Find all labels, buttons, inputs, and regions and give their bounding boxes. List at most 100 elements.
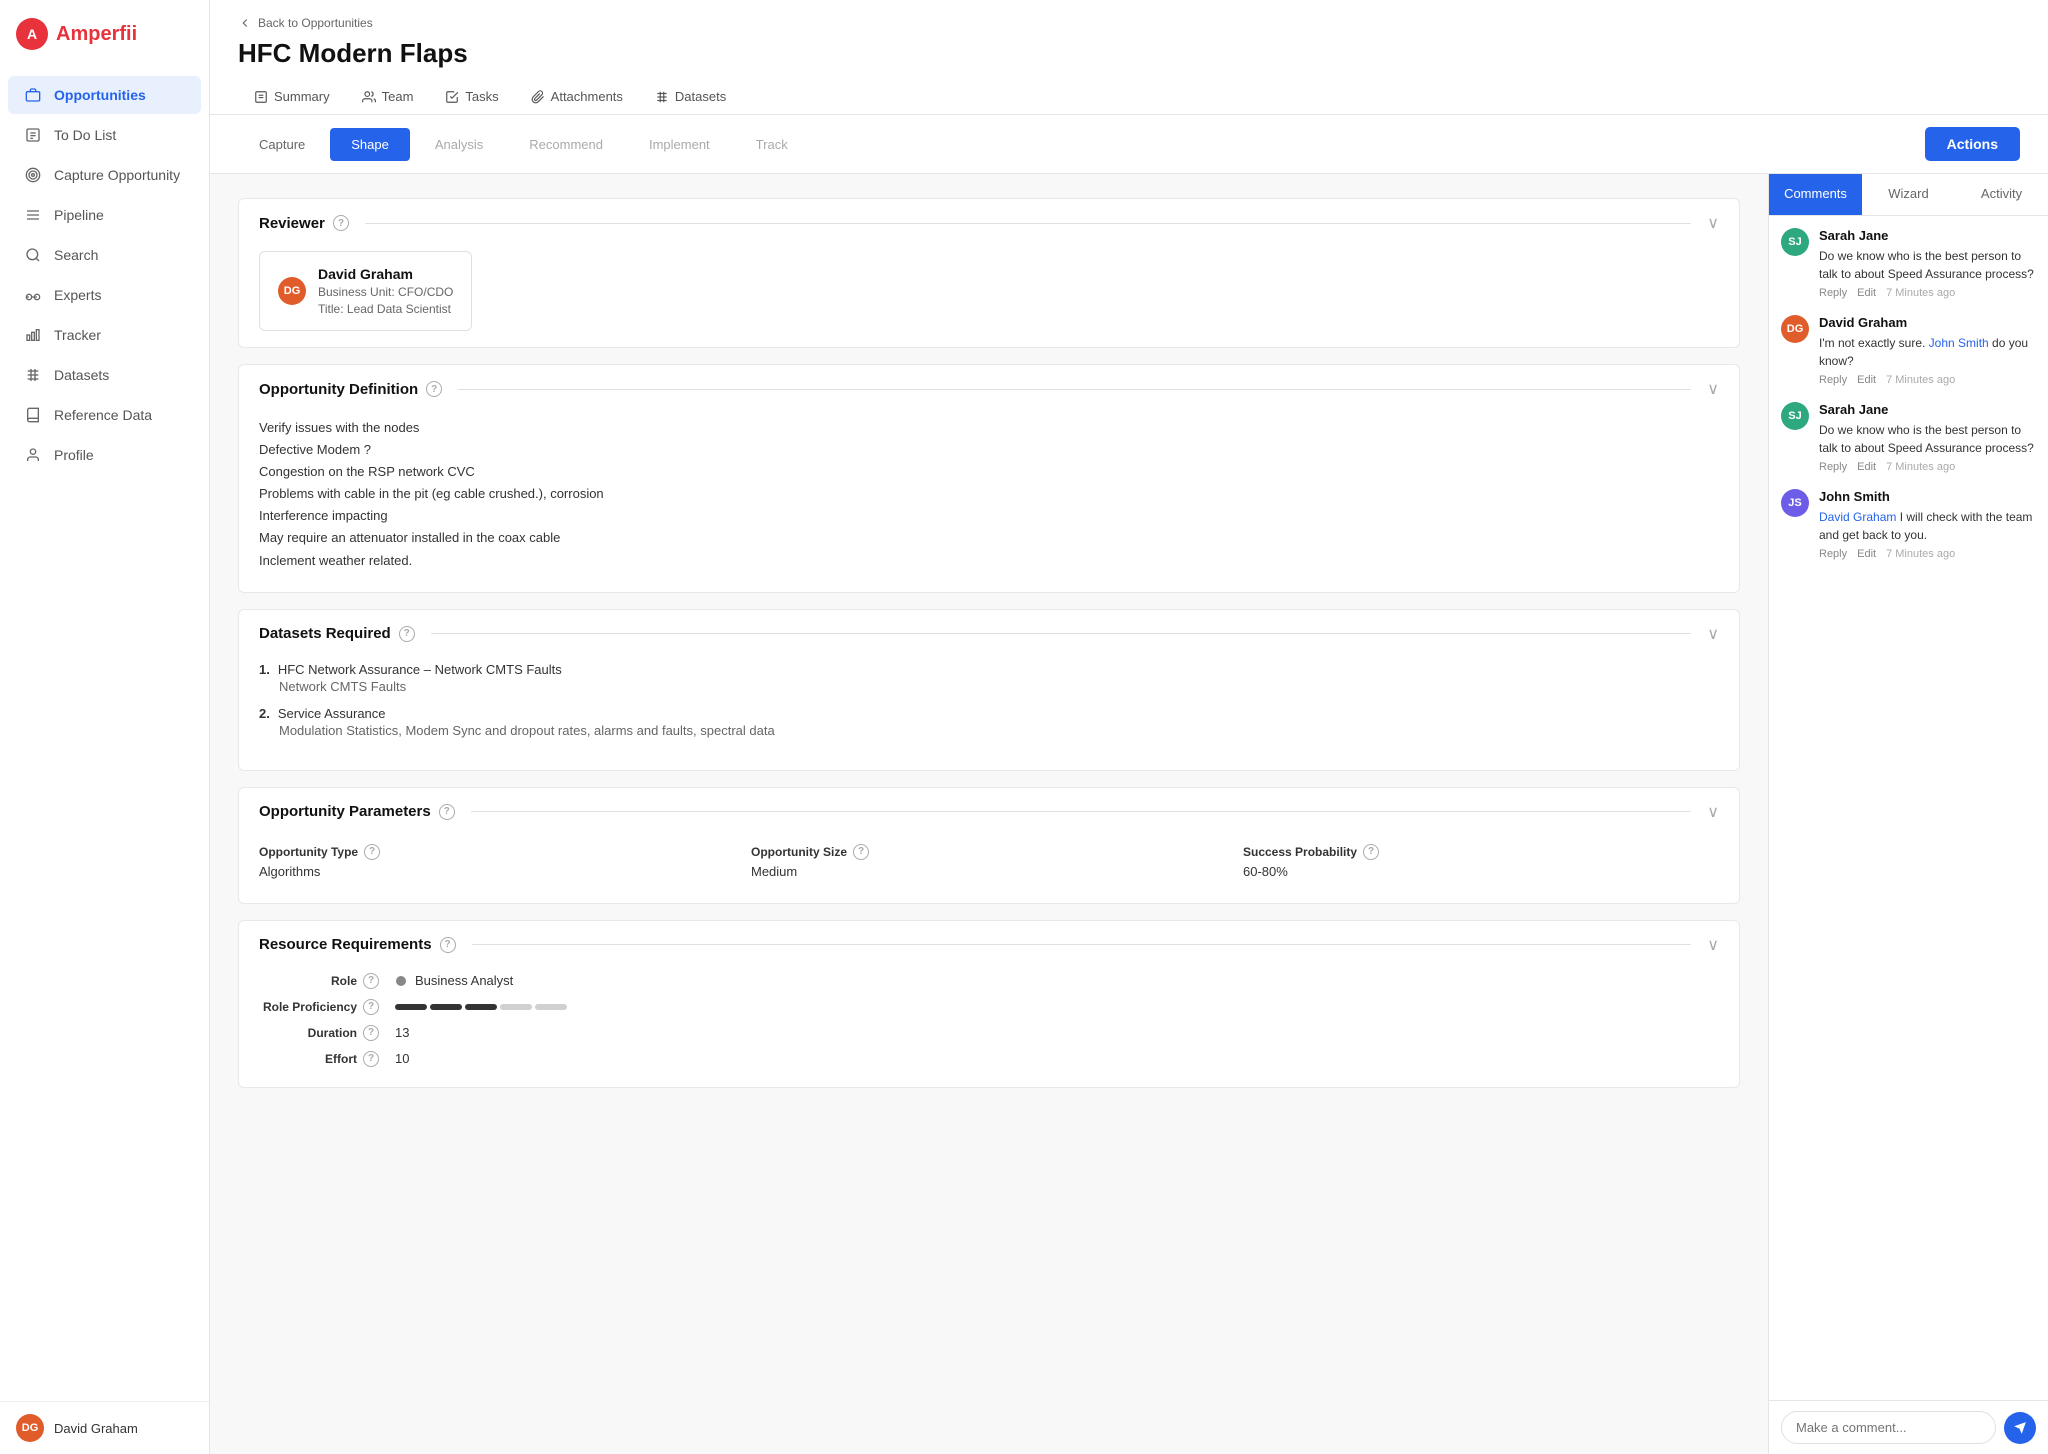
role-help-icon[interactable]: ? bbox=[363, 973, 379, 989]
stage-bar: Capture Shape Analysis Recommend Impleme… bbox=[210, 115, 2048, 174]
sidebar-item-datasets[interactable]: Datasets bbox=[8, 356, 201, 394]
comment-body: David Graham I'm not exactly sure. John … bbox=[1819, 315, 2036, 386]
param-prob-help-icon[interactable]: ? bbox=[1363, 844, 1379, 860]
resource-req-section: Resource Requirements ? ∨ Role ? bbox=[238, 920, 1740, 1088]
duration-help-icon[interactable]: ? bbox=[363, 1025, 379, 1041]
sidebar-item-label: Datasets bbox=[54, 367, 109, 383]
opp-params-header[interactable]: Opportunity Parameters ? ∨ bbox=[239, 788, 1739, 836]
prof-seg-4 bbox=[500, 1004, 532, 1010]
comment-actions: Reply Edit 7 Minutes ago bbox=[1819, 374, 2036, 386]
sidebar-item-label: Profile bbox=[54, 447, 94, 463]
sidebar-item-label: Experts bbox=[54, 287, 101, 303]
sidebar-item-label: Search bbox=[54, 247, 98, 263]
sub-tab-tasks[interactable]: Tasks bbox=[429, 81, 514, 114]
role-value: Business Analyst bbox=[395, 973, 1719, 988]
dataset-list: 1. HFC Network Assurance – Network CMTS … bbox=[259, 658, 1719, 754]
datasets-req-help-icon[interactable]: ? bbox=[399, 626, 415, 642]
datasets-req-title: Datasets Required ? bbox=[259, 625, 415, 642]
reply-button[interactable]: Reply bbox=[1819, 374, 1847, 386]
opp-params-help-icon[interactable]: ? bbox=[439, 804, 455, 820]
tab-wizard[interactable]: Wizard bbox=[1862, 174, 1955, 215]
resource-req-chevron-icon: ∨ bbox=[1707, 935, 1719, 955]
proficiency-value bbox=[395, 1004, 1719, 1010]
effort-label: Effort ? bbox=[259, 1051, 379, 1067]
footer-username: David Graham bbox=[54, 1421, 138, 1436]
reply-button[interactable]: Reply bbox=[1819, 548, 1847, 560]
resource-req-header[interactable]: Resource Requirements ? ∨ bbox=[239, 921, 1739, 969]
opp-params-body: Opportunity Type ? Algorithms Opportunit… bbox=[239, 836, 1739, 903]
stage-tab-recommend[interactable]: Recommend bbox=[508, 128, 624, 161]
param-size-help-icon[interactable]: ? bbox=[853, 844, 869, 860]
opp-def-header[interactable]: Opportunity Definition ? ∨ bbox=[239, 365, 1739, 413]
briefcase-icon bbox=[24, 86, 42, 104]
sidebar-item-search[interactable]: Search bbox=[8, 236, 201, 274]
comment-input[interactable] bbox=[1781, 1411, 1996, 1444]
opp-def-title: Opportunity Definition ? bbox=[259, 381, 442, 398]
stage-tab-track[interactable]: Track bbox=[735, 128, 809, 161]
reviewer-help-icon[interactable]: ? bbox=[333, 215, 349, 231]
sidebar-item-experts[interactable]: Experts bbox=[8, 276, 201, 314]
comment-text: David Graham I will check with the team … bbox=[1819, 508, 2036, 544]
edit-button[interactable]: Edit bbox=[1857, 461, 1876, 473]
tab-activity[interactable]: Activity bbox=[1955, 174, 2048, 215]
prof-seg-3 bbox=[465, 1004, 497, 1010]
avatar: DG bbox=[16, 1414, 44, 1442]
sidebar-item-capture[interactable]: Capture Opportunity bbox=[8, 156, 201, 194]
comment-actions: Reply Edit 7 Minutes ago bbox=[1819, 461, 2036, 473]
person-icon bbox=[24, 446, 42, 464]
effort-help-icon[interactable]: ? bbox=[363, 1051, 379, 1067]
sub-tab-datasets[interactable]: Datasets bbox=[639, 81, 742, 114]
reviewer-body: DG David Graham Business Unit: CFO/CDO T… bbox=[239, 247, 1739, 347]
reply-button[interactable]: Reply bbox=[1819, 461, 1847, 473]
effort-value: 10 bbox=[395, 1051, 1719, 1066]
opp-def-help-icon[interactable]: ? bbox=[426, 381, 442, 397]
reply-button[interactable]: Reply bbox=[1819, 287, 1847, 299]
back-link[interactable]: Back to Opportunities bbox=[238, 16, 2020, 30]
actions-button[interactable]: Actions bbox=[1925, 127, 2020, 161]
sidebar-item-pipeline[interactable]: Pipeline bbox=[8, 196, 201, 234]
stage-tab-capture[interactable]: Capture bbox=[238, 128, 326, 161]
proficiency-label: Role Proficiency ? bbox=[259, 999, 379, 1015]
edit-button[interactable]: Edit bbox=[1857, 548, 1876, 560]
resource-req-help-icon[interactable]: ? bbox=[440, 937, 456, 953]
sidebar-item-profile[interactable]: Profile bbox=[8, 436, 201, 474]
edit-button[interactable]: Edit bbox=[1857, 287, 1876, 299]
param-size: Opportunity Size ? Medium bbox=[751, 844, 1227, 879]
sidebar-item-opportunities[interactable]: Opportunities bbox=[8, 76, 201, 114]
sidebar: A Amperfii Opportunities To Do List Capt… bbox=[0, 0, 210, 1454]
book-icon bbox=[24, 406, 42, 424]
reviewer-title-meta: Title: Lead Data Scientist bbox=[318, 302, 453, 316]
stage-tab-analysis[interactable]: Analysis bbox=[414, 128, 504, 161]
page-title: HFC Modern Flaps bbox=[238, 38, 2020, 69]
opp-def-text: Verify issues with the nodes Defective M… bbox=[259, 413, 1719, 576]
comments-list: SJ Sarah Jane Do we know who is the best… bbox=[1769, 216, 2048, 1400]
datasets-req-header[interactable]: Datasets Required ? ∨ bbox=[239, 610, 1739, 658]
edit-button[interactable]: Edit bbox=[1857, 374, 1876, 386]
sub-tab-attachments[interactable]: Attachments bbox=[515, 81, 639, 114]
tab-comments[interactable]: Comments bbox=[1769, 174, 1862, 215]
param-probability: Success Probability ? 60-80% bbox=[1243, 844, 1719, 879]
param-type-help-icon[interactable]: ? bbox=[364, 844, 380, 860]
divider bbox=[458, 389, 1691, 390]
comments-tabs: Comments Wizard Activity bbox=[1769, 174, 2048, 216]
sub-tab-team[interactable]: Team bbox=[346, 81, 430, 114]
proficiency-help-icon[interactable]: ? bbox=[363, 999, 379, 1015]
datasets-required-section: Datasets Required ? ∨ 1. HFC Network Ass… bbox=[238, 609, 1740, 771]
reviewer-section-header[interactable]: Reviewer ? ∨ bbox=[239, 199, 1739, 247]
mention-link[interactable]: David Graham bbox=[1819, 510, 1896, 524]
mention-link[interactable]: John Smith bbox=[1929, 336, 1989, 350]
stage-tab-implement[interactable]: Implement bbox=[628, 128, 731, 161]
reviewer-title: Reviewer ? bbox=[259, 215, 349, 232]
sub-tab-summary[interactable]: Summary bbox=[238, 81, 346, 114]
resource-req-title: Resource Requirements ? bbox=[259, 936, 456, 953]
sidebar-item-todo[interactable]: To Do List bbox=[8, 116, 201, 154]
stage-tab-shape[interactable]: Shape bbox=[330, 128, 410, 161]
main-panel: Reviewer ? ∨ DG David Graham Business Un… bbox=[210, 174, 1768, 1454]
sidebar-item-reference[interactable]: Reference Data bbox=[8, 396, 201, 434]
avatar: JS bbox=[1781, 489, 1809, 517]
comment-actions: Reply Edit 7 Minutes ago bbox=[1819, 548, 2036, 560]
sidebar-item-label: Tracker bbox=[54, 327, 101, 343]
send-comment-button[interactable] bbox=[2004, 1412, 2036, 1444]
opp-params-title: Opportunity Parameters ? bbox=[259, 803, 455, 820]
sidebar-item-tracker[interactable]: Tracker bbox=[8, 316, 201, 354]
